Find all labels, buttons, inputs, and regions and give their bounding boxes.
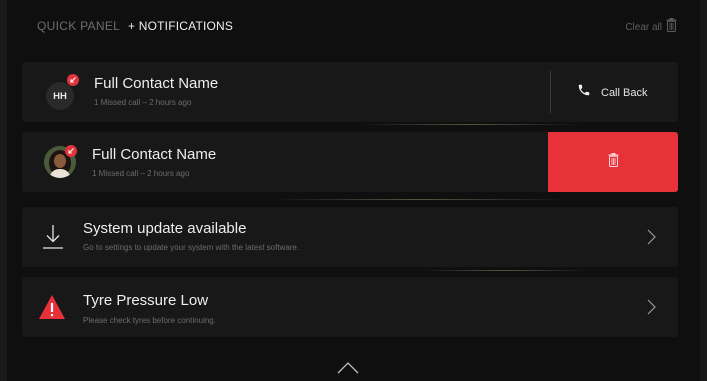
delete-notification-button[interactable] xyxy=(548,132,678,192)
card-glow xyxy=(270,199,570,200)
missed-call-detail: 1 Missed call – 2 hours ago xyxy=(92,169,190,178)
clear-all-button[interactable]: Clear all xyxy=(625,18,677,37)
notification-tyre-pressure[interactable]: Tyre Pressure Low Please check tyres bef… xyxy=(22,277,678,337)
trash-icon xyxy=(666,18,677,37)
trash-icon xyxy=(608,152,619,172)
tab-notifications[interactable]: + NOTIFICATIONS xyxy=(128,19,233,33)
contact-name: Full Contact Name xyxy=(94,75,219,92)
contact-name: Full Contact Name xyxy=(92,146,217,163)
missed-call-detail: 1 Missed call – 2 hours ago xyxy=(94,98,192,107)
notification-detail: Go to settings to update your system wit… xyxy=(83,243,300,252)
divider xyxy=(550,71,551,113)
warning-icon xyxy=(38,294,66,325)
chevron-right-icon[interactable] xyxy=(646,229,656,250)
clear-all-label: Clear all xyxy=(625,22,662,33)
avatar: HH xyxy=(46,82,74,110)
screen-edge-right xyxy=(700,0,707,381)
notification-detail: Please check tyres before continuing. xyxy=(83,316,216,325)
notification-missed-call-swiped[interactable]: Full Contact Name 1 Missed call – 2 hour… xyxy=(22,132,678,192)
notification-missed-call[interactable]: HH Full Contact Name 1 Missed call – 2 h… xyxy=(22,62,678,122)
missed-call-icon xyxy=(65,145,77,157)
notification-system-update[interactable]: System update available Go to settings t… xyxy=(22,207,678,267)
call-back-button[interactable]: Call Back xyxy=(577,83,647,102)
download-icon xyxy=(42,224,64,255)
notification-title: Tyre Pressure Low xyxy=(83,292,209,309)
chevron-right-icon[interactable] xyxy=(646,299,656,320)
notification-title: System update available xyxy=(83,220,247,237)
panel-header: QUICK PANEL + NOTIFICATIONS Clear all xyxy=(37,18,677,37)
card-glow xyxy=(420,270,590,271)
chevron-up-icon[interactable] xyxy=(337,361,359,379)
screen-edge-left xyxy=(0,0,7,381)
call-back-label: Call Back xyxy=(601,86,648,99)
tab-quick-panel[interactable]: QUICK PANEL xyxy=(37,19,120,33)
phone-icon xyxy=(577,83,591,102)
missed-call-icon xyxy=(67,74,79,86)
card-glow xyxy=(360,124,580,125)
